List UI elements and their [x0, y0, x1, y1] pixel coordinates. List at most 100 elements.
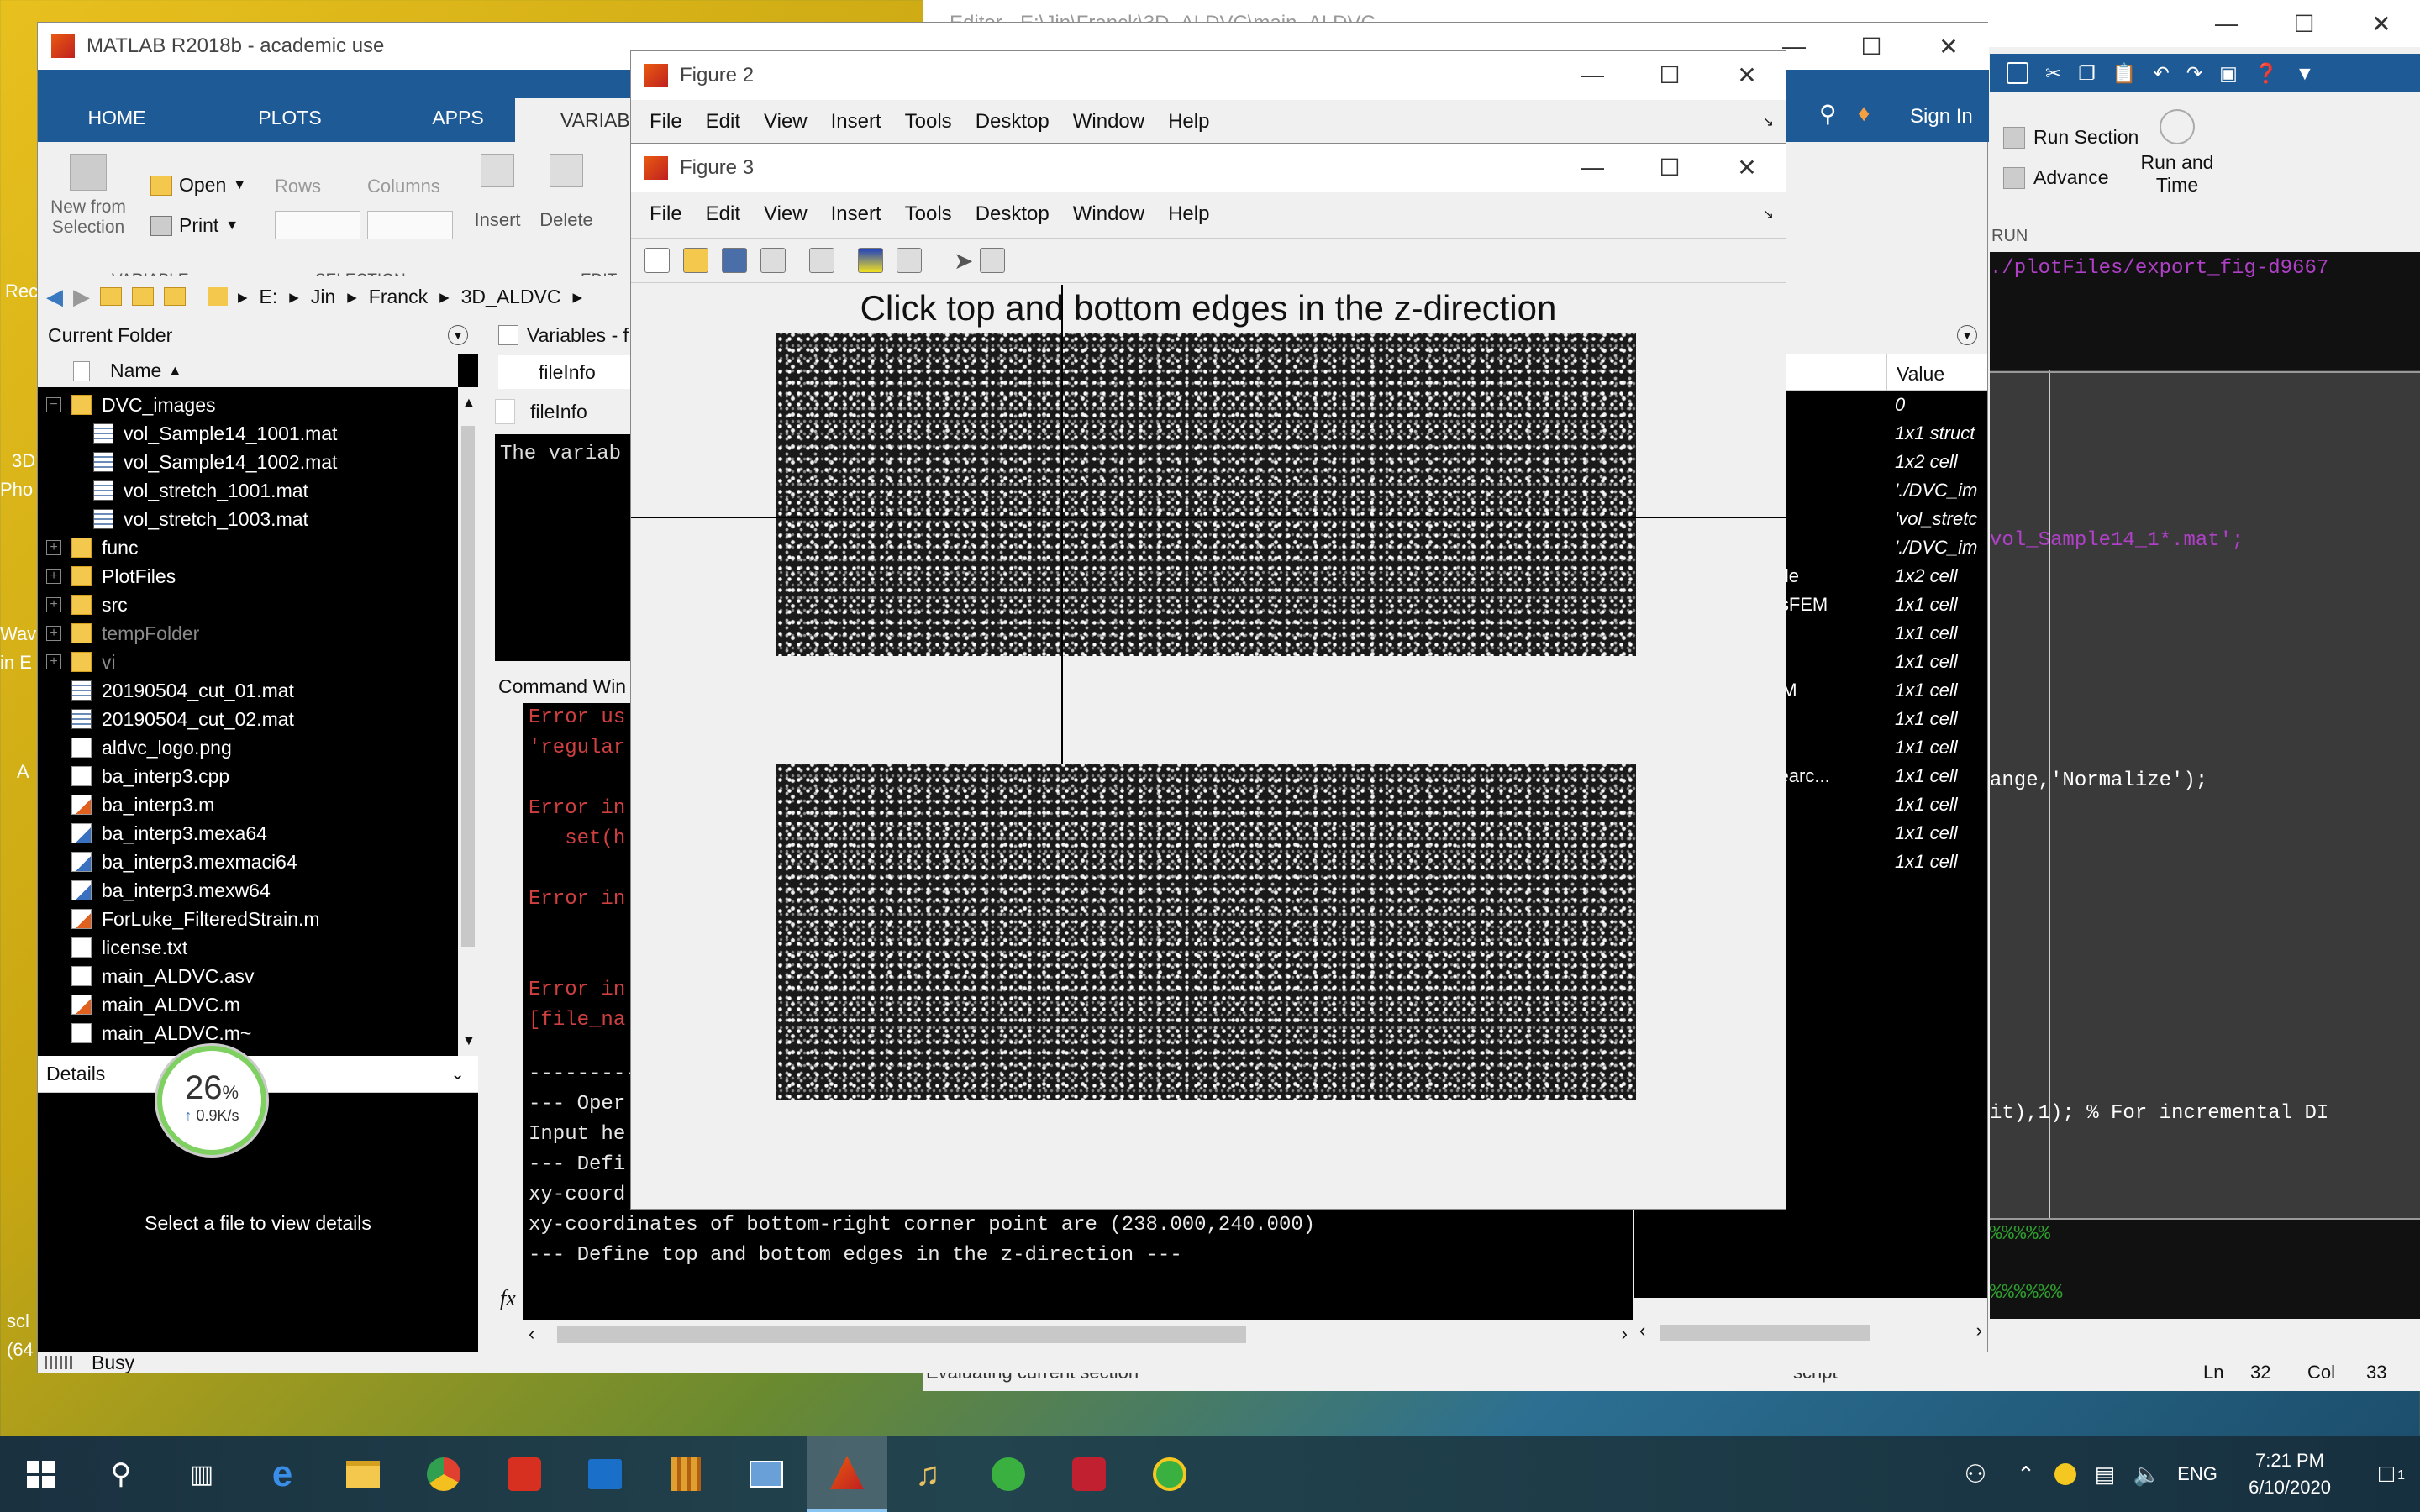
expand-icon[interactable]: + — [46, 540, 61, 555]
browse-folder-icon[interactable] — [164, 287, 186, 306]
forward-icon[interactable]: ▶ — [73, 284, 90, 310]
clock[interactable]: 7:21 PM 6/10/2020 — [2227, 1447, 2353, 1501]
list-item[interactable]: ForLuke_FilteredStrain.m — [38, 905, 456, 933]
tab-apps[interactable]: APPS — [382, 98, 534, 137]
menu-window[interactable]: Window — [1061, 202, 1156, 226]
maximize-icon[interactable]: ☐ — [1631, 51, 1708, 98]
menu-view[interactable]: View — [752, 110, 819, 134]
edge-browser-icon[interactable]: e — [242, 1453, 323, 1495]
run-and-time-button[interactable]: Run and Time — [2139, 109, 2215, 197]
name-column-header[interactable]: Name ▲ — [38, 354, 458, 387]
list-item[interactable]: aldvc_logo.png — [38, 733, 456, 762]
editor-code-area[interactable]: ./plotFiles/export_fig-d9667 vol_Sample1… — [1990, 252, 2420, 1319]
collapse-icon[interactable]: − — [46, 397, 61, 412]
fx-icon[interactable]: fx — [500, 1286, 516, 1311]
app-icon[interactable]: ♫ — [887, 1456, 968, 1494]
menu-edit[interactable]: Edit — [694, 110, 752, 134]
expand-icon[interactable]: + — [46, 597, 61, 612]
expand-toolbar-icon[interactable]: ↘ — [1751, 206, 1786, 223]
link-plot-icon[interactable] — [809, 248, 834, 273]
tab-plots[interactable]: PLOTS — [206, 98, 374, 137]
list-item[interactable]: 20190504_cut_02.mat — [38, 705, 456, 733]
list-item[interactable]: + func — [38, 533, 456, 562]
list-item[interactable]: vol_stretch_1001.mat — [38, 476, 456, 505]
redo-icon[interactable]: ↷ — [2186, 62, 2202, 85]
people-icon[interactable]: ⚇ — [1946, 1460, 2005, 1489]
close-icon[interactable]: ✕ — [2343, 0, 2420, 47]
figure-canvas[interactable]: Click top and bottom edges in the z-dire… — [631, 285, 1786, 1209]
menu-help[interactable]: Help — [1156, 110, 1221, 134]
sign-in-link[interactable]: Sign In — [1910, 105, 1973, 129]
minimize-icon[interactable]: — — [1554, 144, 1631, 191]
expand-toolbar-icon[interactable]: ↘ — [1751, 113, 1786, 130]
breadcrumb-item[interactable]: Jin — [311, 286, 335, 308]
breadcrumb-item[interactable]: 3D_ALDVC — [461, 286, 561, 308]
figure-3-window[interactable]: Figure 3 — ☐ ✕ File Edit View Insert Tools De… — [630, 143, 1786, 1210]
switch-windows-icon[interactable]: ▣ — [2219, 62, 2238, 85]
menu-edit[interactable]: Edit — [694, 202, 752, 226]
list-item[interactable]: ba_interp3.mexmaci64 — [38, 848, 456, 876]
list-item[interactable]: vol_stretch_1003.mat — [38, 505, 456, 533]
new-from-selection-button[interactable]: New from Selection — [46, 154, 130, 238]
mendeley-icon[interactable] — [1049, 1457, 1129, 1491]
menu-desktop[interactable]: Desktop — [964, 110, 1061, 134]
new-figure-icon[interactable] — [644, 248, 670, 273]
browse-folder-icon[interactable] — [132, 287, 154, 306]
back-icon[interactable]: ◀ — [46, 284, 63, 310]
network-icon[interactable]: ▤ — [2084, 1462, 2126, 1488]
chrome-icon[interactable] — [403, 1457, 484, 1491]
run-section-button[interactable]: Run Section — [2003, 126, 2139, 149]
panel-options-icon[interactable]: ▼ — [1957, 325, 1977, 345]
menu-tools[interactable]: Tools — [893, 110, 964, 134]
menu-file[interactable]: File — [638, 202, 694, 226]
expand-icon[interactable]: + — [46, 626, 61, 641]
breadcrumb-item[interactable]: E: — [260, 286, 278, 308]
insert-button[interactable]: Insert — [468, 154, 527, 231]
undo-icon[interactable]: ↶ — [2154, 62, 2170, 85]
tab-home[interactable]: HOME — [41, 98, 192, 137]
panel-options-icon[interactable]: ▼ — [448, 325, 468, 345]
close-icon[interactable]: ✕ — [1708, 51, 1786, 98]
cut-icon[interactable]: ✂ — [2045, 62, 2061, 85]
maximize-icon[interactable]: ☐ — [1631, 144, 1708, 191]
paste-icon[interactable]: 📋 — [2112, 62, 2137, 85]
maximize-icon[interactable]: ☐ — [2265, 0, 2343, 47]
matlab-taskbar-icon[interactable] — [807, 1436, 887, 1512]
save-icon[interactable] — [722, 248, 747, 273]
maximize-icon[interactable]: ☐ — [1833, 23, 1910, 70]
columns-input[interactable] — [367, 211, 453, 239]
close-icon[interactable]: ✕ — [1708, 144, 1786, 191]
open-file-icon[interactable] — [683, 248, 708, 273]
list-item[interactable]: + src — [38, 591, 456, 619]
help-icon[interactable]: ❓ — [2254, 62, 2279, 85]
tray-app-icon[interactable] — [2047, 1463, 2084, 1485]
remote-desktop-icon[interactable] — [726, 1461, 807, 1488]
open-button[interactable]: Open ▼ — [150, 174, 246, 197]
language-indicator[interactable]: ENG — [2168, 1463, 2227, 1485]
advance-button[interactable]: Advance — [2003, 166, 2109, 189]
app-icon[interactable] — [1129, 1457, 1210, 1491]
menu-view[interactable]: View — [752, 202, 819, 226]
start-button[interactable] — [0, 1436, 81, 1512]
list-item[interactable]: ba_interp3.mexw64 — [38, 876, 456, 905]
menu-file[interactable]: File — [638, 110, 694, 134]
expand-icon[interactable]: + — [46, 569, 61, 584]
file-explorer-icon[interactable] — [323, 1461, 403, 1488]
app-icon[interactable] — [484, 1457, 565, 1491]
task-view-icon[interactable]: ▥ — [161, 1460, 242, 1489]
tab-fileinfo[interactable]: fileInfo — [498, 355, 633, 389]
list-item[interactable]: + vi — [38, 648, 456, 676]
list-item[interactable]: + tempFolder — [38, 619, 456, 648]
list-item[interactable]: 20190504_cut_01.mat — [38, 676, 456, 705]
list-item[interactable]: main_ALDVC.m~ — [38, 1019, 456, 1047]
menu-desktop[interactable]: Desktop — [964, 202, 1061, 226]
notification-icon[interactable]: ♦ — [1858, 100, 1870, 127]
property-editor-icon[interactable] — [980, 248, 1006, 273]
list-item[interactable]: main_ALDVC.m — [38, 990, 456, 1019]
chevron-down-icon[interactable]: ⌄ — [450, 1063, 465, 1084]
print-button[interactable]: Print ▼ — [150, 214, 239, 237]
search-icon[interactable]: ⚲ — [81, 1457, 161, 1491]
colorbar-icon[interactable] — [858, 248, 883, 273]
chevron-up-icon[interactable]: ⌃ — [2005, 1462, 2047, 1488]
list-item[interactable]: main_ALDVC.asv — [38, 962, 456, 990]
